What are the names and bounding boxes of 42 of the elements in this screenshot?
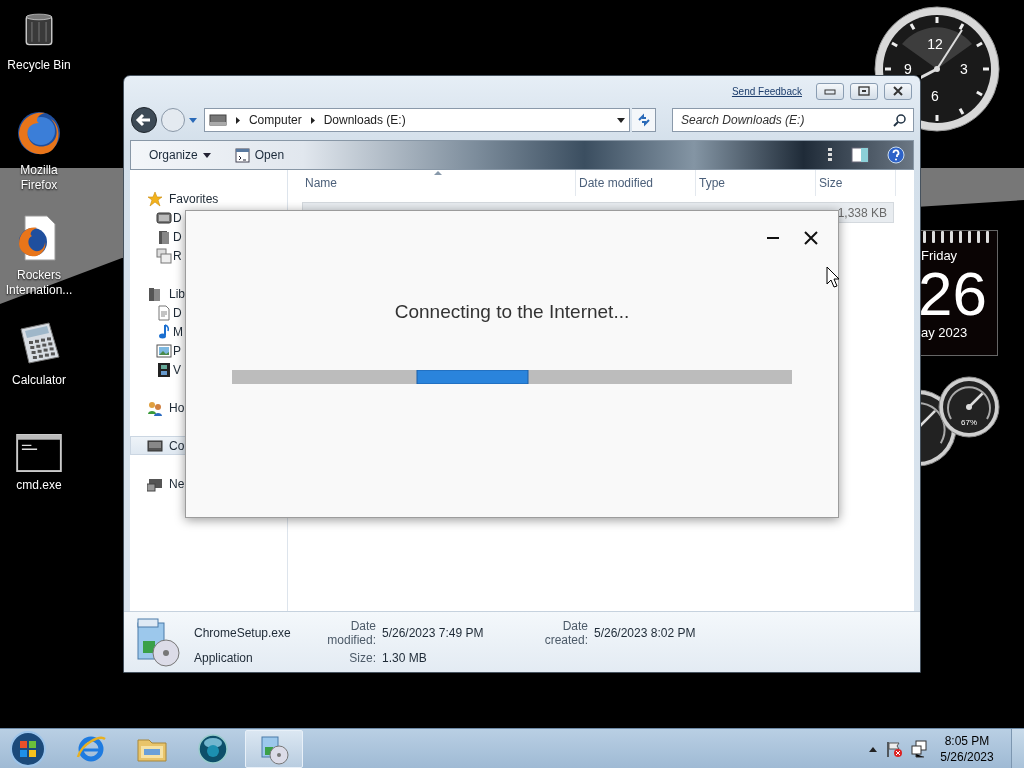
calendar-month: ay 2023	[921, 325, 969, 340]
desktop-icon-label[interactable]: Rockers Internation...	[2, 268, 76, 298]
taskbar-clock[interactable]: 8:05 PM 5/26/2023	[937, 732, 997, 765]
organize-menu[interactable]: Organize	[145, 146, 215, 164]
column-header[interactable]: Size	[816, 170, 896, 196]
calendar-weekday: Friday	[921, 248, 959, 263]
clock-date: 5/26/2023	[940, 748, 994, 765]
field-label: Date modified:	[326, 619, 377, 647]
nav-item[interactable]: Favorites	[130, 189, 287, 208]
nav-item[interactable]: Ho	[130, 398, 287, 417]
file-name: ChromeSetup.exe	[194, 626, 292, 640]
desktop-icon-label[interactable]: Recycle Bin	[2, 58, 76, 73]
open-button[interactable]: Open	[230, 145, 289, 165]
field-label: Size:	[348, 651, 377, 665]
field-label: Date created:	[543, 619, 589, 647]
nav-item[interactable]: D	[130, 303, 287, 322]
address-bar[interactable]: Computer Downloads (E:)	[203, 108, 631, 132]
file-size: 1,338 KB	[837, 205, 887, 220]
field-value: 5/26/2023 7:49 PM	[382, 626, 485, 640]
clock-numeral: 9	[904, 61, 912, 75]
clock-numeral: 3	[960, 61, 968, 75]
meter-reading: 67%	[961, 418, 977, 427]
clock-numeral: 12	[927, 36, 943, 52]
nav-item[interactable]: V	[130, 360, 287, 379]
nav-item[interactable]: P	[130, 341, 287, 360]
calendar-day: 26	[918, 263, 997, 325]
send-feedback-link[interactable]: Send Feedback	[731, 85, 802, 97]
desktop-icon-label[interactable]: cmd.exe	[2, 478, 76, 493]
desktop-icon-label[interactable]: Calculator	[2, 373, 76, 388]
field-value: 1.30 MB	[382, 651, 428, 665]
nav-item[interactable]: M	[130, 322, 287, 341]
breadcrumb-item[interactable]: Computer	[248, 113, 302, 127]
status-message: Connecting to the Internet...	[394, 301, 630, 323]
column-header[interactable]: Type	[696, 170, 816, 196]
file-type: Application	[194, 651, 254, 665]
clock-time: 8:05 PM	[944, 732, 990, 749]
breadcrumb-item[interactable]: Downloads (E:)	[323, 113, 406, 127]
column-header[interactable]: Date modified	[576, 170, 696, 196]
field-value: 5/26/2023 8:02 PM	[594, 626, 696, 640]
nav-item[interactable]: Ne	[130, 474, 287, 493]
clock-numeral: 6	[931, 88, 939, 104]
search-field[interactable]: Search Downloads (E:)	[672, 108, 914, 132]
